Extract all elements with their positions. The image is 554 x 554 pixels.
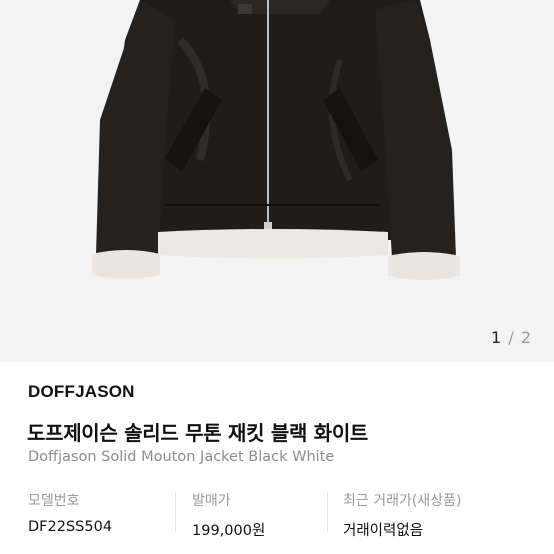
image-pager: 1 / 2 bbox=[491, 328, 532, 347]
product-title-english: Doffjason Solid Mouton Jacket Black Whit… bbox=[28, 449, 335, 465]
model-number-label: 모델번호 bbox=[28, 493, 80, 509]
recent-trade-value: 거래이력없음 bbox=[343, 523, 424, 539]
product-title-korean: 도프제이슨 솔리드 무톤 재킷 블랙 화이트 bbox=[27, 421, 369, 445]
jacket-image bbox=[92, 0, 460, 280]
release-price-value: 199,000원 bbox=[192, 523, 266, 539]
release-price-info: 발매가 199,000원 bbox=[192, 490, 265, 539]
pager-separator: / bbox=[508, 328, 515, 347]
product-info-row: 모델번호 DF22SS504 발매가 199,000원 최근 거래가(새상품) … bbox=[0, 490, 554, 540]
pager-current: 1 bbox=[491, 328, 503, 347]
model-number-value: DF22SS504 bbox=[28, 519, 113, 535]
info-divider bbox=[327, 492, 328, 532]
brand-name[interactable]: DOFFJASON bbox=[28, 382, 135, 402]
recent-trade-label: 최근 거래가(새상품) bbox=[343, 493, 462, 509]
recent-trade-info: 최근 거래가(새상품) 거래이력없음 bbox=[343, 490, 462, 539]
model-number-info: 모델번호 DF22SS504 bbox=[28, 490, 113, 535]
release-price-label: 발매가 bbox=[192, 493, 231, 509]
product-image-carousel[interactable]: 1 / 2 bbox=[0, 0, 554, 362]
info-divider bbox=[175, 492, 176, 532]
pager-total: 2 bbox=[520, 328, 532, 347]
